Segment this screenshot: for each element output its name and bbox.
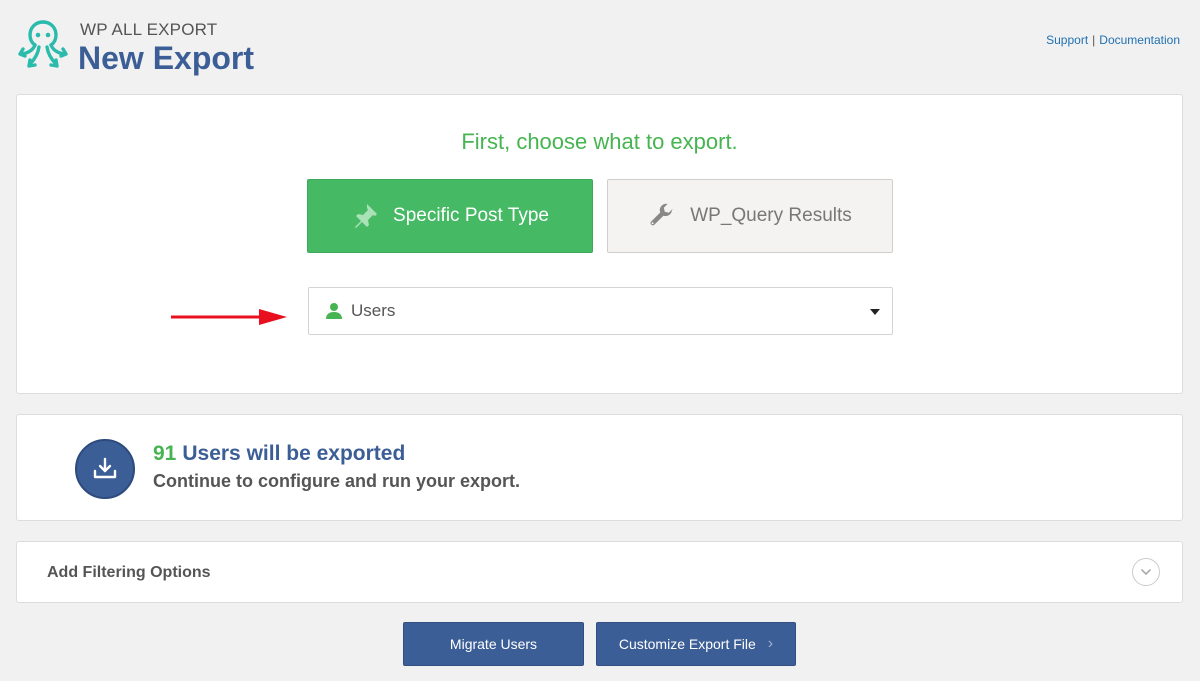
export-count-line: 91 Users will be exported — [153, 442, 405, 466]
chevron-down-icon — [1141, 569, 1151, 575]
filtering-options-panel[interactable]: Add Filtering Options — [16, 541, 1183, 603]
export-count-panel: 91 Users will be exported Continue to con… — [16, 414, 1183, 521]
link-separator: | — [1092, 33, 1096, 47]
page: WP ALL EXPORT New Export Support | Documen… — [0, 0, 1200, 681]
export-count-label: Users will be exported — [182, 442, 406, 465]
top-links: Support | Documentation — [1046, 33, 1180, 47]
specific-post-type-label: Specific Post Type — [393, 205, 549, 226]
export-badge — [75, 439, 135, 499]
user-icon — [326, 303, 342, 319]
wp-query-results-button[interactable]: WP_Query Results — [607, 179, 893, 253]
wrench-icon — [650, 203, 674, 226]
documentation-link[interactable]: Documentation — [1099, 33, 1180, 47]
brand-name: WP ALL EXPORT — [80, 20, 218, 39]
customize-export-file-label: Customize Export File — [618, 636, 756, 652]
filtering-options-label: Add Filtering Options — [47, 564, 211, 581]
wp-query-results-label: WP_Query Results — [690, 205, 852, 226]
chevron-right-icon: › — [767, 635, 774, 652]
specific-post-type-button[interactable]: Specific Post Type — [307, 179, 593, 253]
choose-export-panel: First, choose what to export. Specific P… — [16, 94, 1183, 394]
octopus-logo-icon — [18, 20, 68, 68]
export-subtext: Continue to configure and run your expor… — [153, 471, 520, 491]
migrate-users-button[interactable]: Migrate Users — [403, 622, 584, 666]
download-icon — [93, 457, 117, 479]
filter-toggle[interactable] — [1132, 558, 1160, 586]
caret-down-icon — [870, 309, 880, 315]
export-count: 91 — [153, 442, 177, 465]
red-arrow-icon — [171, 309, 287, 325]
selected-post-type: Users — [351, 301, 396, 320]
customize-export-file-button[interactable]: Customize Export File › — [596, 622, 796, 666]
page-title: New Export — [78, 40, 255, 76]
support-link[interactable]: Support — [1046, 33, 1088, 47]
pushpin-icon — [355, 204, 378, 228]
post-type-select[interactable]: Users — [308, 287, 893, 335]
choose-heading: First, choose what to export. — [461, 129, 738, 154]
header: WP ALL EXPORT New Export Support | Documen… — [0, 0, 1200, 90]
